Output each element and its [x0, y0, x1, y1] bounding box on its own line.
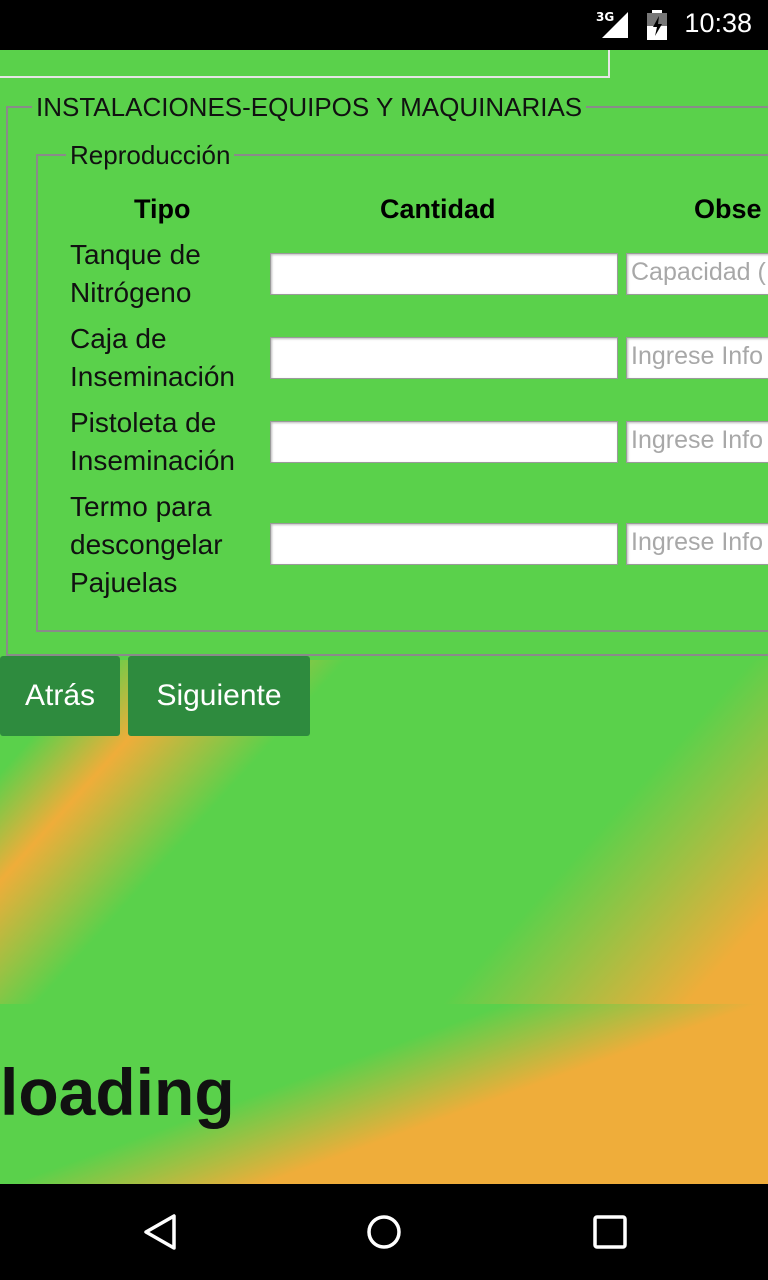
home-icon[interactable] — [364, 1212, 404, 1252]
placeholder: Ingrese Info — [631, 528, 764, 556]
cantidad-input-caja[interactable] — [270, 337, 618, 379]
cantidad-input-tanque[interactable] — [270, 253, 618, 295]
cantidad-input-termo[interactable] — [270, 523, 618, 565]
recents-icon[interactable] — [590, 1212, 630, 1252]
column-header-observaciones: Obse — [694, 194, 762, 224]
next-button[interactable]: Siguiente — [128, 656, 310, 736]
loading-text: loading — [0, 1055, 235, 1129]
placeholder: Ingrese Info — [631, 342, 764, 370]
observaciones-input-termo[interactable]: Ingrese Info — [626, 523, 768, 565]
status-bar: 3G 10:38 — [0, 0, 768, 50]
row-label-caja: Caja de Inseminación — [70, 323, 235, 392]
back-button[interactable]: Atrás — [0, 656, 120, 736]
back-icon[interactable] — [140, 1212, 180, 1252]
web-content: INSTALACIONES-EQUIPOS Y MAQUINARIAS Repr… — [0, 50, 768, 1184]
subsection-title: Reproducción — [66, 140, 235, 171]
battery-icon — [646, 10, 668, 40]
cantidad-input-pistoleta[interactable] — [270, 421, 618, 463]
column-header-cantidad: Cantidad — [380, 194, 496, 224]
observaciones-input-pistoleta[interactable]: Ingrese Info — [626, 421, 768, 463]
signal-icon: 3G — [596, 10, 630, 40]
clock: 10:38 — [684, 8, 752, 38]
placeholder: Ingrese Info — [631, 426, 764, 454]
placeholder: Capacidad ( — [631, 258, 766, 286]
observaciones-input-caja[interactable]: Ingrese Info — [626, 337, 768, 379]
column-header-tipo: Tipo — [134, 194, 191, 224]
observaciones-input-tanque[interactable]: Capacidad ( — [626, 253, 768, 295]
navigation-bar — [0, 1184, 768, 1280]
row-label-termo: Termo para descongelar Pajuelas — [70, 491, 223, 598]
row-label-pistoleta: Pistoleta de Inseminación — [70, 407, 235, 476]
previous-section-border — [0, 50, 610, 78]
row-label-tanque: Tanque de Nitrógeno — [70, 239, 201, 308]
section-title: INSTALACIONES-EQUIPOS Y MAQUINARIAS — [32, 92, 587, 123]
